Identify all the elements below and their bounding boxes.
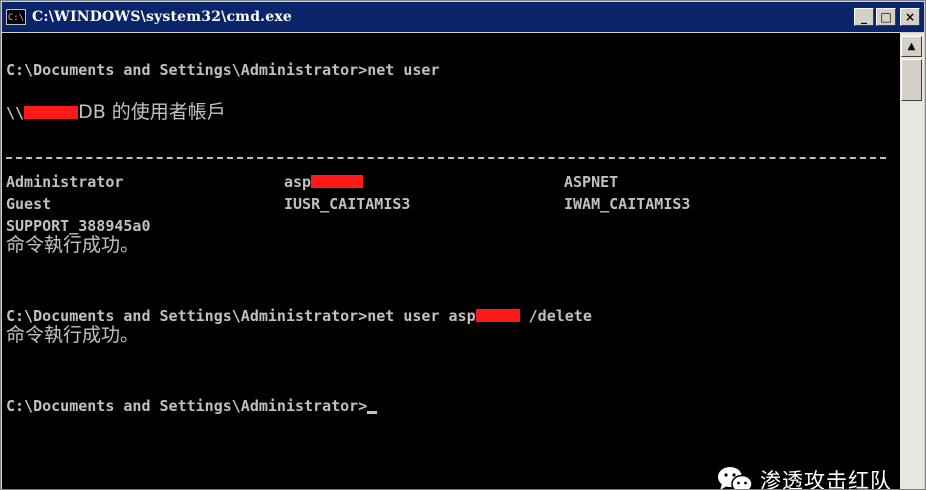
success-message-1: 命令執行成功。: [6, 234, 140, 256]
vertical-scrollbar[interactable]: ▲: [900, 33, 924, 489]
command-line-3[interactable]: C:\Documents and Settings\Administrator>: [6, 397, 378, 415]
user-guest: Guest: [6, 195, 52, 213]
accounts-suffix: DB 的使用者帳戶: [78, 101, 226, 123]
close-button[interactable]: ×: [900, 8, 920, 26]
scroll-up-button[interactable]: ▲: [901, 36, 922, 57]
prompt: C:\Documents and Settings\Administrator>: [6, 307, 368, 325]
redaction-mark: [475, 309, 520, 322]
command-text: net user: [367, 61, 440, 79]
command-text-suffix: /delete: [519, 307, 592, 325]
user-administrator: Administrator: [6, 173, 124, 191]
command-line-1: C:\Documents and Settings\Administrator>…: [6, 61, 439, 79]
chat-bubbles-icon: [716, 465, 754, 489]
user-asp-prefix: asp: [284, 173, 312, 191]
accounts-header: \\ DB 的使用者帳戶: [6, 101, 226, 123]
watermark: 渗透攻击红队: [716, 465, 892, 489]
window-title: C:\WINDOWS\system32\cmd.exe: [32, 9, 293, 25]
prompt: C:\Documents and Settings\Administrator>: [6, 61, 368, 79]
minimize-button[interactable]: _: [854, 8, 874, 26]
title-bar[interactable]: C:\ C:\WINDOWS\system32\cmd.exe _ □ ×: [2, 2, 924, 32]
cmd-app-icon[interactable]: C:\: [6, 9, 26, 25]
accounts-prefix: \\: [6, 104, 25, 122]
redaction-mark: [24, 106, 79, 119]
user-support: SUPPORT_388945a0: [6, 217, 151, 235]
user-aspnet: ASPNET: [564, 173, 619, 191]
success-message-2: 命令執行成功。: [6, 324, 140, 346]
cmd-window: C:\ C:\WINDOWS\system32\cmd.exe _ □ × C:…: [0, 0, 926, 490]
separator-line: [6, 157, 886, 159]
prompt: C:\Documents and Settings\Administrator>: [6, 397, 368, 415]
command-line-2: C:\Documents and Settings\Administrator>…: [6, 307, 592, 325]
user-iwam: IWAM_CAITAMIS3: [564, 195, 691, 213]
maximize-button[interactable]: □: [876, 8, 896, 26]
scroll-thumb[interactable]: [901, 59, 922, 101]
user-asp: asp: [284, 173, 364, 191]
window-controls: _ □ ×: [854, 8, 920, 26]
watermark-text: 渗透攻击红队: [760, 469, 892, 489]
console-output[interactable]: C:\Documents and Settings\Administrator>…: [2, 33, 900, 489]
text-cursor: [367, 411, 378, 414]
redaction-mark: [311, 175, 364, 188]
command-text-prefix: net user asp: [367, 307, 476, 325]
user-iusr: IUSR_CAITAMIS3: [284, 195, 411, 213]
